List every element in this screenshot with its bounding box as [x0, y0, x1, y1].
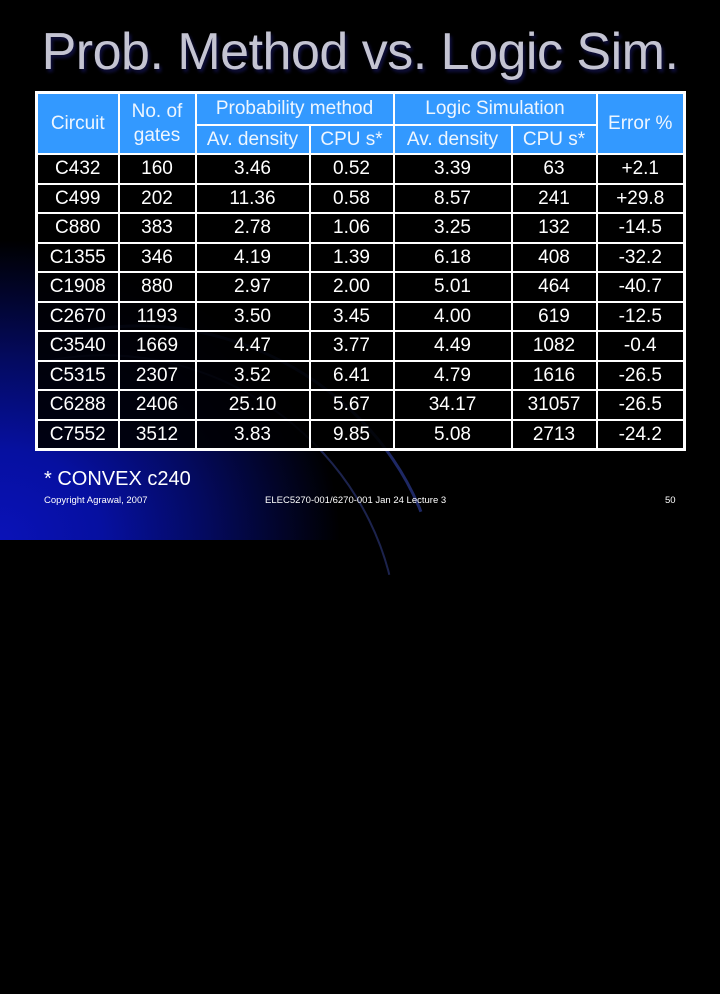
cell-gates: 202: [117, 182, 197, 214]
cell-logic-cpu: 132: [510, 212, 598, 244]
table-row: C7552 3512 3.83 9.85 5.08 2713 -24.2: [35, 418, 686, 451]
cell-prob-density: 4.19: [194, 241, 311, 273]
cell-gates: 346: [117, 241, 197, 273]
cell-error: +29.8: [595, 182, 686, 214]
cell-gates: 383: [117, 212, 197, 244]
header-prob-density: Av. density: [194, 124, 311, 155]
cell-prob-density: 3.83: [194, 418, 311, 451]
cell-gates: 2406: [117, 389, 197, 421]
cell-circuit: C1355: [35, 241, 120, 273]
cell-logic-cpu: 63: [510, 153, 598, 185]
cell-logic-density: 5.08: [392, 418, 513, 451]
cell-logic-cpu: 408: [510, 241, 598, 273]
cell-prob-cpu: 1.39: [308, 241, 395, 273]
table-row: C1908 880 2.97 2.00 5.01 464 -40.7: [35, 271, 686, 303]
cell-error: -14.5: [595, 212, 686, 244]
cell-prob-cpu: 6.41: [308, 359, 395, 391]
table-row: C5315 2307 3.52 6.41 4.79 1616 -26.5: [35, 359, 686, 391]
cell-logic-density: 6.18: [392, 241, 513, 273]
table-row: C499 202 11.36 0.58 8.57 241 +29.8: [35, 182, 686, 214]
table-row: C6288 2406 25.10 5.67 34.17 31057 -26.5: [35, 389, 686, 421]
cell-logic-density: 5.01: [392, 271, 513, 303]
cell-error: -0.4: [595, 330, 686, 362]
cell-circuit: C499: [35, 182, 120, 214]
cell-prob-cpu: 0.52: [308, 153, 395, 185]
cell-gates: 2307: [117, 359, 197, 391]
slide-title: Prob. Method vs. Logic Sim.: [41, 23, 679, 81]
cell-error: -32.2: [595, 241, 686, 273]
cell-gates: 1193: [117, 300, 197, 332]
cell-logic-cpu: 1616: [510, 359, 598, 391]
cell-circuit: C432: [35, 153, 120, 185]
cell-logic-density: 4.79: [392, 359, 513, 391]
cell-logic-cpu: 1082: [510, 330, 598, 362]
table-row: C3540 1669 4.47 3.77 4.49 1082 -0.4: [35, 330, 686, 362]
cell-logic-density: 4.00: [392, 300, 513, 332]
header-logic-cpu: CPU s*: [510, 124, 598, 155]
header-probability-method: Probability method: [194, 91, 395, 126]
cell-error: +2.1: [595, 153, 686, 185]
table-row: C432 160 3.46 0.52 3.39 63 +2.1: [35, 153, 686, 185]
cell-prob-cpu: 5.67: [308, 389, 395, 421]
header-gates: No. of gates: [117, 91, 197, 155]
cell-prob-cpu: 3.45: [308, 300, 395, 332]
cell-logic-cpu: 464: [510, 271, 598, 303]
cell-error: -40.7: [595, 271, 686, 303]
comparison-table: Circuit No. of gates Probability method …: [35, 91, 686, 451]
cell-logic-density: 3.25: [392, 212, 513, 244]
header-prob-cpu: CPU s*: [308, 124, 395, 155]
page-number: 50: [665, 495, 676, 506]
cell-prob-density: 25.10: [194, 389, 311, 421]
cell-prob-cpu: 9.85: [308, 418, 395, 451]
header-logic-simulation: Logic Simulation: [392, 91, 598, 126]
table-row: C880 383 2.78 1.06 3.25 132 -14.5: [35, 212, 686, 244]
cell-logic-cpu: 31057: [510, 389, 598, 421]
cell-circuit: C2670: [35, 300, 120, 332]
cell-circuit: C5315: [35, 359, 120, 391]
cell-circuit: C3540: [35, 330, 120, 362]
cell-prob-cpu: 2.00: [308, 271, 395, 303]
cell-logic-cpu: 619: [510, 300, 598, 332]
cell-prob-density: 2.97: [194, 271, 311, 303]
cell-logic-density: 34.17: [392, 389, 513, 421]
cell-gates: 160: [117, 153, 197, 185]
cell-error: -26.5: [595, 389, 686, 421]
cell-prob-density: 2.78: [194, 212, 311, 244]
cell-logic-cpu: 2713: [510, 418, 598, 451]
cell-error: -12.5: [595, 300, 686, 332]
header-error: Error %: [595, 91, 686, 155]
cell-circuit: C6288: [35, 389, 120, 421]
cell-circuit: C880: [35, 212, 120, 244]
header-circuit: Circuit: [35, 91, 120, 155]
header-logic-density: Av. density: [392, 124, 513, 155]
cell-gates: 880: [117, 271, 197, 303]
cell-logic-density: 8.57: [392, 182, 513, 214]
cell-prob-density: 4.47: [194, 330, 311, 362]
cell-prob-cpu: 3.77: [308, 330, 395, 362]
cell-gates: 3512: [117, 418, 197, 451]
cell-logic-density: 4.49: [392, 330, 513, 362]
footer-course: ELEC5270-001/6270-001 Jan 24 Lecture 3: [265, 495, 447, 506]
footer-copyright: Copyright Agrawal, 2007: [44, 495, 148, 506]
cell-error: -24.2: [595, 418, 686, 451]
footnote: * CONVEX c240: [44, 468, 191, 490]
table-row: C1355 346 4.19 1.39 6.18 408 -32.2: [35, 241, 686, 273]
cell-prob-density: 11.36: [194, 182, 311, 214]
cell-circuit: C1908: [35, 271, 120, 303]
cell-prob-cpu: 1.06: [308, 212, 395, 244]
cell-prob-cpu: 0.58: [308, 182, 395, 214]
table-row: C2670 1193 3.50 3.45 4.00 619 -12.5: [35, 300, 686, 332]
cell-prob-density: 3.50: [194, 300, 311, 332]
cell-logic-cpu: 241: [510, 182, 598, 214]
cell-prob-density: 3.52: [194, 359, 311, 391]
cell-prob-density: 3.46: [194, 153, 311, 185]
cell-logic-density: 3.39: [392, 153, 513, 185]
cell-error: -26.5: [595, 359, 686, 391]
cell-gates: 1669: [117, 330, 197, 362]
cell-circuit: C7552: [35, 418, 120, 451]
